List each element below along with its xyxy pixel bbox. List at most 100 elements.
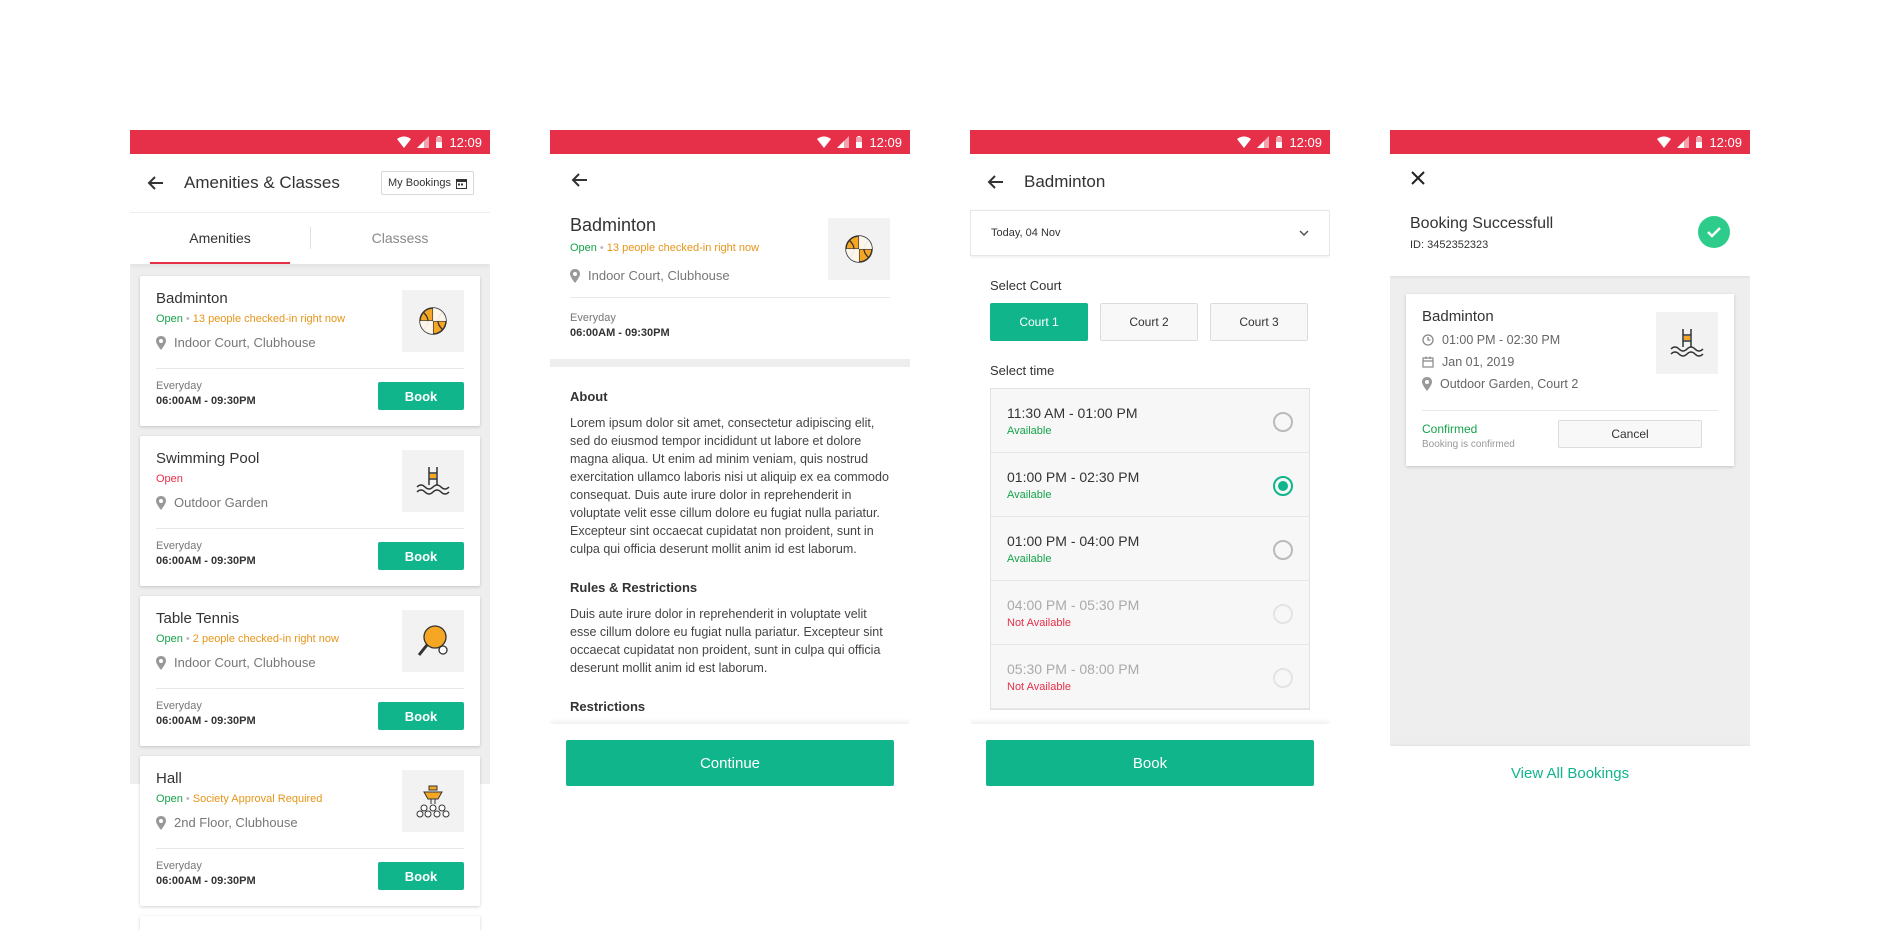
table-tennis-icon xyxy=(417,625,448,656)
amenity-hours: Everyday 06:00AM - 09:30PM xyxy=(156,380,256,407)
separator-dot: • xyxy=(185,633,190,645)
cancel-button[interactable]: Cancel xyxy=(1558,420,1702,448)
status-time: 12:09 xyxy=(869,134,902,150)
location-text: Outdoor Garden xyxy=(174,495,268,510)
back-arrow-icon[interactable] xyxy=(570,170,590,190)
hours-label: Everyday xyxy=(156,540,202,552)
slot-availability: Available xyxy=(1007,425,1052,437)
open-status: Open xyxy=(156,793,183,805)
book-button[interactable]: Book xyxy=(378,862,464,890)
tab-bar: Amenities Classess xyxy=(130,212,490,264)
success-title: Booking Successfull xyxy=(1410,215,1554,232)
amenity-hours: Everyday 06:00AM - 09:30PM xyxy=(156,540,256,567)
about-heading: About xyxy=(570,389,608,404)
time-slot[interactable]: 01:00 PM - 04:00 PM Available xyxy=(991,517,1309,581)
rules-heading: Rules & Restrictions xyxy=(570,580,698,595)
continue-button[interactable]: Continue xyxy=(566,740,894,786)
slot-radio[interactable] xyxy=(1273,412,1293,432)
court-option[interactable]: Court 1 xyxy=(990,303,1088,341)
wifi-icon xyxy=(1237,136,1252,148)
time-slot[interactable]: 01:00 PM - 02:30 PM Available xyxy=(991,453,1309,517)
section-spacer xyxy=(550,359,910,367)
chevron-down-icon xyxy=(1299,230,1309,236)
separator-dot: • xyxy=(185,793,190,805)
tab-amenities[interactable]: Amenities xyxy=(130,213,310,264)
back-arrow-icon[interactable] xyxy=(986,172,1006,192)
clock-icon xyxy=(1422,334,1434,346)
booking-card: Badminton 01:00 PM - 02:30 PM Jan 01, 20… xyxy=(1406,294,1734,466)
slot-radio-disabled xyxy=(1273,604,1293,624)
slot-availability: Not Available xyxy=(1007,617,1072,629)
my-bookings-label: My Bookings xyxy=(388,177,451,189)
amenity-hours: Everyday 06:00AM - 09:30PM xyxy=(550,298,910,339)
app-bar: Badminton xyxy=(970,154,1330,210)
amenity-card[interactable]: Badminton Open • 13 people checked-in righ… xyxy=(140,276,480,426)
book-button[interactable]: Book xyxy=(378,542,464,570)
book-button[interactable]: Book xyxy=(986,740,1314,786)
amenity-card-partial xyxy=(140,916,480,930)
amenity-card[interactable]: Swimming Pool Open Outdoor Garden Everyd… xyxy=(140,436,480,586)
amenity-thumbnail xyxy=(402,450,464,512)
slot-time: 04:00 PM - 05:30 PM xyxy=(1007,597,1140,613)
location-pin-icon xyxy=(570,268,580,283)
amenity-thumbnail xyxy=(402,610,464,672)
slot-radio-selected[interactable] xyxy=(1273,476,1293,496)
amenity-detail-screen: 12:09 Badminton Open • 13 people checked-i… xyxy=(550,130,910,800)
select-time-label: Select time xyxy=(990,363,1055,378)
signal-icon xyxy=(1257,136,1270,148)
hours-time: 06:00AM - 09:30PM xyxy=(156,875,256,887)
separator-dot: • xyxy=(599,242,604,254)
open-status: Open xyxy=(156,473,183,485)
battery-icon xyxy=(1696,136,1703,148)
battery-icon xyxy=(436,136,443,148)
wifi-icon xyxy=(817,136,832,148)
status-time: 12:09 xyxy=(449,134,482,150)
booking-id: ID: 3452352323 xyxy=(1410,239,1489,251)
signal-icon xyxy=(837,136,850,148)
booking-status: Confirmed Booking is confirmed xyxy=(1422,422,1515,450)
amenity-thumbnail xyxy=(402,290,464,352)
slot-time: 05:30 PM - 08:00 PM xyxy=(1007,661,1140,677)
amenities-screen: 12:09 Amenities & Classes My Bookings Am… xyxy=(130,130,490,930)
amenity-thumbnail xyxy=(1656,312,1718,374)
book-button[interactable]: Book xyxy=(378,702,464,730)
amenity-hours: Everyday 06:00AM - 09:30PM xyxy=(156,700,256,727)
card-divider xyxy=(1422,410,1718,411)
booking-date-text: Jan 01, 2019 xyxy=(1442,355,1515,369)
hours-time: 06:00AM - 09:30PM xyxy=(156,715,256,727)
slot-time: 11:30 AM - 01:00 PM xyxy=(1007,405,1138,421)
wifi-icon xyxy=(1657,136,1672,148)
time-slot-unavailable: 04:00 PM - 05:30 PM Not Available xyxy=(991,581,1309,645)
book-button[interactable]: Book xyxy=(378,382,464,410)
amenity-card[interactable]: Hall Open • Society Approval Required 2nd … xyxy=(140,756,480,906)
card-divider xyxy=(156,528,464,529)
date-dropdown[interactable]: Today, 04 Nov xyxy=(970,210,1330,256)
court-option[interactable]: Court 2 xyxy=(1100,303,1198,341)
location-pin-icon xyxy=(156,495,166,510)
court-selector: Court 1 Court 2 Court 3 xyxy=(970,303,1330,341)
calendar-icon xyxy=(1422,356,1434,368)
app-bar: Amenities & Classes My Bookings xyxy=(130,154,490,212)
time-slot-list: 11:30 AM - 01:00 PM Available 01:00 PM -… xyxy=(990,388,1310,710)
detail-header: Badminton Open • 13 people checked-in righ… xyxy=(550,154,910,283)
view-all-bookings-link[interactable]: View All Bookings xyxy=(1390,746,1750,800)
close-icon[interactable] xyxy=(1410,170,1426,186)
time-slot[interactable]: 11:30 AM - 01:00 PM Available xyxy=(991,389,1309,453)
location-pin-icon xyxy=(156,655,166,670)
slot-time: 01:00 PM - 04:00 PM xyxy=(1007,533,1140,549)
slot-radio-disabled xyxy=(1273,668,1293,688)
status-time: 12:09 xyxy=(1709,134,1742,150)
location-text: 2nd Floor, Clubhouse xyxy=(174,815,298,830)
booking-location: Outdoor Garden, Court 2 xyxy=(1422,377,1718,391)
check-icon xyxy=(1698,216,1730,248)
slot-radio[interactable] xyxy=(1273,540,1293,560)
amenity-card[interactable]: Table Tennis Open • 2 people checked-in ri… xyxy=(140,596,480,746)
success-header: Booking Successfull ID: 3452352323 xyxy=(1390,154,1750,276)
back-arrow-icon[interactable] xyxy=(146,173,166,193)
tab-classes[interactable]: Classess xyxy=(310,213,490,264)
amenity-thumbnail xyxy=(402,770,464,832)
checkin-note: 13 people checked-in right now xyxy=(606,242,760,254)
court-option[interactable]: Court 3 xyxy=(1210,303,1308,341)
open-status: Open xyxy=(156,633,183,645)
my-bookings-button[interactable]: My Bookings xyxy=(381,171,474,195)
